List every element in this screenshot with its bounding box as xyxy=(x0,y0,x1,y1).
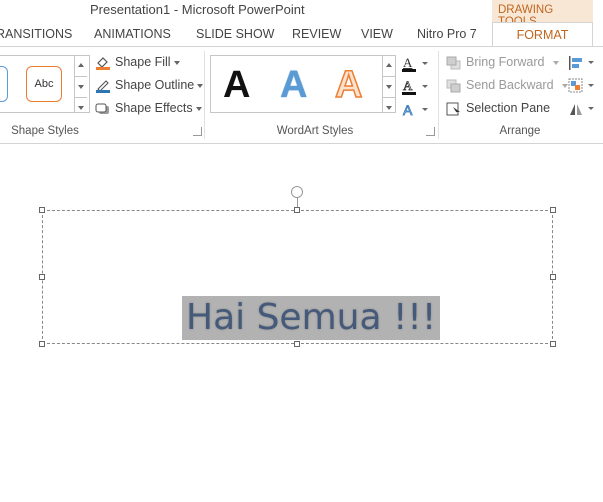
slide-text-selected[interactable]: Hai Semua !!! xyxy=(182,296,441,340)
window-title: Presentation1 - Microsoft PowerPoint xyxy=(90,2,305,17)
shape-style-preset-blue[interactable] xyxy=(0,66,8,102)
resize-handle-right[interactable] xyxy=(550,274,556,280)
resize-handle-left[interactable] xyxy=(39,274,45,280)
wordart-style-black[interactable]: A xyxy=(223,64,250,107)
tab-view[interactable]: VIEW xyxy=(361,27,393,41)
rotate-handle-icon[interactable] xyxy=(291,186,303,198)
drawing-tools-context-label: DRAWING TOOLS xyxy=(492,0,593,28)
resize-handle-bottom-right[interactable] xyxy=(550,341,556,347)
bring-forward-label: Bring Forward xyxy=(466,55,545,69)
chevron-down-icon xyxy=(552,60,559,65)
tab-review[interactable]: REVIEW xyxy=(292,27,341,41)
arrange-group-label: Arrange xyxy=(499,125,541,137)
bring-forward-button[interactable]: Bring Forward xyxy=(446,55,559,70)
chevron-down-icon xyxy=(561,83,568,88)
rotate-button[interactable] xyxy=(568,101,596,122)
shape-styles-group-label: Shape Styles xyxy=(11,125,79,137)
resize-handle-bottom-left[interactable] xyxy=(39,341,45,347)
gallery-down-arrow[interactable] xyxy=(383,77,395,98)
shape-style-preset-orange[interactable]: Abc xyxy=(26,66,62,102)
svg-text:A: A xyxy=(403,78,413,93)
group-separator xyxy=(438,51,439,139)
gallery-more-arrow[interactable] xyxy=(75,98,87,118)
chevron-down-icon xyxy=(195,106,202,111)
svg-text:A: A xyxy=(403,55,413,70)
wordart-scroll[interactable] xyxy=(382,56,395,112)
pencil-icon xyxy=(95,79,111,93)
shape-fill-button[interactable]: Shape Fill xyxy=(95,55,180,70)
send-backward-label: Send Backward xyxy=(466,78,554,92)
chevron-down-icon xyxy=(173,60,180,65)
rotate-icon xyxy=(570,104,594,115)
gallery-up-arrow[interactable] xyxy=(383,56,395,77)
shape-outline-label: Shape Outline xyxy=(115,78,195,92)
dialog-launcher-icon[interactable] xyxy=(426,127,435,136)
resize-handle-bottom[interactable] xyxy=(294,341,300,347)
text-fill-icon: A xyxy=(402,55,428,72)
send-backward-button[interactable]: Send Backward xyxy=(446,78,568,93)
paint-bucket-icon xyxy=(95,56,111,70)
selection-pane-button[interactable]: Selection Pane xyxy=(446,101,550,116)
tab-nitro-pro[interactable]: Nitro Pro 7 xyxy=(417,27,477,41)
shape-styles-gallery[interactable]: Abc xyxy=(0,55,90,113)
align-icon xyxy=(569,56,594,70)
text-effects-icon: A xyxy=(403,102,428,118)
align-button[interactable] xyxy=(568,55,596,76)
text-fill-button[interactable]: A xyxy=(402,55,430,78)
shape-fill-label: Shape Fill xyxy=(115,55,171,69)
group-separator xyxy=(204,51,205,139)
selection-pane-label: Selection Pane xyxy=(466,101,551,115)
shape-styles-scroll[interactable] xyxy=(74,56,87,112)
dialog-launcher-icon[interactable] xyxy=(193,127,202,136)
group-icon xyxy=(568,78,594,93)
gallery-up-arrow[interactable] xyxy=(75,56,87,77)
shape-effects-button[interactable]: Shape Effects xyxy=(95,101,202,116)
text-effects-button[interactable]: A xyxy=(402,101,430,124)
send-backward-icon xyxy=(446,79,462,93)
text-outline-button[interactable]: A xyxy=(402,78,430,101)
selection-pane-icon xyxy=(446,102,462,116)
tab-transitions[interactable]: RANSITIONS xyxy=(0,27,72,41)
chevron-down-icon xyxy=(197,83,204,88)
gallery-more-arrow[interactable] xyxy=(383,98,395,118)
shape-effects-icon xyxy=(95,102,111,116)
shape-outline-button[interactable]: Shape Outline xyxy=(95,78,204,93)
resize-handle-top-left[interactable] xyxy=(39,207,45,213)
wordart-style-blue[interactable]: A xyxy=(280,64,307,107)
wordart-style-orange[interactable]: A xyxy=(334,63,363,107)
ribbon-tabs: RANSITIONS ANIMATIONS SLIDE SHOW REVIEW … xyxy=(0,22,603,53)
ribbon: Abc Shape Fill Shape Outline Shape Effec… xyxy=(0,46,603,144)
tab-animations[interactable]: ANIMATIONS xyxy=(94,27,171,41)
shape-effects-label: Shape Effects xyxy=(115,101,193,115)
resize-handle-top[interactable] xyxy=(294,207,300,213)
tab-slide-show[interactable]: SLIDE SHOW xyxy=(196,27,275,41)
gallery-down-arrow[interactable] xyxy=(75,77,87,98)
bring-forward-icon xyxy=(446,56,462,70)
resize-handle-top-right[interactable] xyxy=(550,207,556,213)
group-button[interactable] xyxy=(568,78,596,99)
title-bar: Presentation1 - Microsoft PowerPoint DRA… xyxy=(0,0,603,28)
text-outline-icon: A xyxy=(402,78,428,95)
wordart-styles-group-label: WordArt Styles xyxy=(276,125,354,137)
svg-text:A: A xyxy=(403,102,413,118)
